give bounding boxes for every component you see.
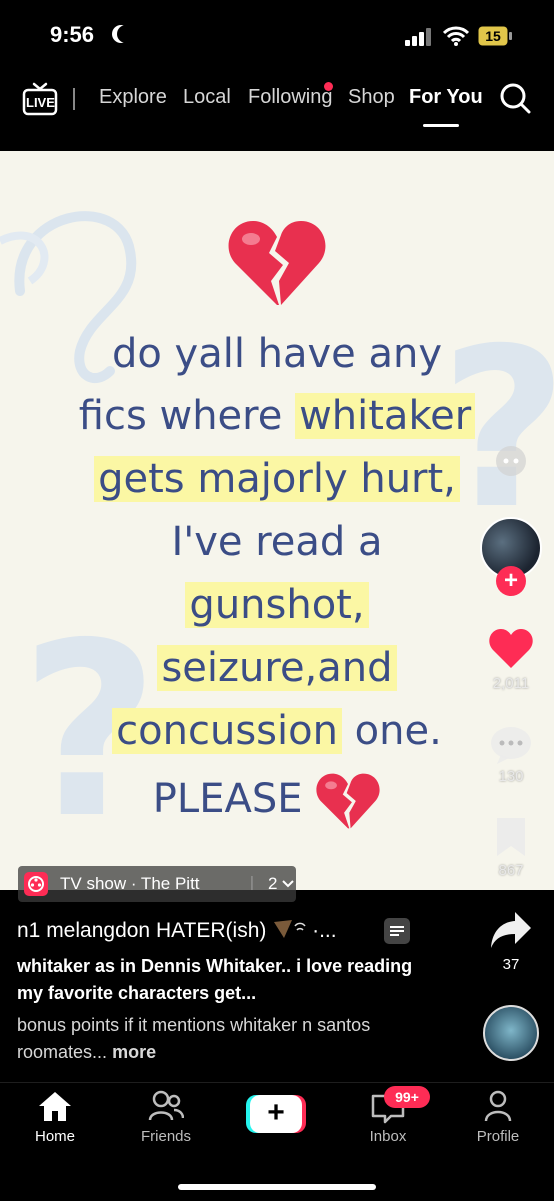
highlighted-text: concussion (112, 708, 342, 754)
highlighted-text: gunshot, (185, 582, 369, 628)
heart-like-icon[interactable] (488, 628, 534, 670)
tv-episode-count: 2 (268, 874, 278, 893)
tab-profile[interactable]: Profile (448, 1128, 548, 1145)
bookmark-count: 867 (498, 862, 524, 879)
tab-explore[interactable]: Explore (99, 86, 167, 109)
tv-chip-separator: | (250, 874, 254, 891)
more-link[interactable]: more (112, 1042, 156, 1062)
sound-avatar[interactable] (483, 1005, 539, 1061)
cellular-signal-icon (405, 28, 431, 46)
broken-heart-emoji (228, 221, 326, 305)
battery-level: 15 (485, 28, 501, 44)
chevron-down-icon (282, 880, 294, 888)
battery-icon: 15 (478, 26, 512, 46)
share-count: 37 (502, 956, 520, 973)
video-text-segment: PLEASE (152, 776, 303, 822)
video-text-line: do yall have any (111, 331, 443, 377)
comment-count: 130 (498, 768, 524, 785)
inbox-badge: 99+ (384, 1086, 430, 1108)
tab-friends[interactable]: Friends (116, 1128, 216, 1145)
tab-following[interactable]: Following (248, 86, 332, 109)
wifi-icon (443, 26, 469, 46)
video-text-line: seizure,and (0, 645, 554, 691)
create-button[interactable]: + (246, 1095, 306, 1133)
active-tab-indicator (423, 124, 459, 127)
profile-icon[interactable] (484, 1090, 512, 1122)
highlighted-text: gets majorly hurt, (94, 456, 460, 502)
comment-icon[interactable] (489, 725, 533, 765)
search-icon[interactable] (499, 82, 531, 114)
caption-secondary-text: bonus points if it mentions whitaker n s… (17, 1015, 371, 1062)
tab-local[interactable]: Local (183, 86, 231, 109)
tv-show-label: TV show · The Pitt (60, 874, 200, 893)
status-time: 9:56 (50, 22, 95, 47)
like-count: 2,011 (492, 675, 530, 692)
author-name[interactable]: n1 melangdon HATER(ish) ·... (17, 918, 337, 943)
moon-icon (117, 25, 135, 43)
video-text-line: gets majorly hurt, (0, 456, 554, 502)
captions-icon[interactable] (384, 918, 410, 944)
broken-heart-emoji (316, 773, 380, 829)
notification-dot (324, 82, 333, 91)
video-text-line: concussion one. (0, 708, 554, 754)
video-text-line: PLEASE (0, 771, 544, 831)
live-label: LIVE (26, 95, 55, 110)
follow-plus-button[interactable]: + (496, 566, 526, 596)
tab-for-you[interactable]: For You (409, 86, 483, 109)
video-text-line: fics where whitaker (0, 393, 554, 439)
home-icon[interactable] (38, 1090, 72, 1122)
ai-assistant-icon[interactable] (494, 444, 528, 478)
share-icon[interactable] (489, 910, 533, 950)
author-emoji-icons (274, 920, 306, 938)
video-text-line: I've read a (171, 519, 383, 565)
tab-home[interactable]: Home (5, 1128, 105, 1145)
home-indicator (178, 1184, 376, 1190)
caption-primary: whitaker as in Dennis Whitaker.. i love … (17, 956, 413, 1003)
highlighted-text: seizure,and (157, 645, 397, 691)
nav-divider (73, 88, 75, 110)
live-button[interactable]: LIVE (22, 82, 58, 116)
video-text-segment: one. (354, 708, 442, 754)
tab-inbox[interactable]: Inbox (338, 1128, 438, 1145)
video-text-line: gunshot, (0, 582, 554, 628)
caption-secondary: bonus points if it mentions whitaker n s… (17, 1012, 437, 1066)
video-player[interactable]: ? ? do yall have any fics where whitaker… (0, 151, 554, 890)
friends-icon[interactable] (148, 1090, 184, 1122)
tv-show-chip[interactable]: TV show · The Pitt | 2 (18, 866, 296, 902)
author-name-text: n1 melangdon HATER(ish) (17, 919, 267, 942)
film-reel-icon (24, 872, 48, 896)
highlighted-text: whitaker (295, 393, 476, 439)
author-suffix: ·... (312, 919, 337, 942)
create-plus-icon: + (267, 1096, 285, 1129)
tab-shop[interactable]: Shop (348, 86, 395, 109)
video-text-segment: fics where (78, 393, 283, 439)
bookmark-icon[interactable] (494, 816, 528, 858)
